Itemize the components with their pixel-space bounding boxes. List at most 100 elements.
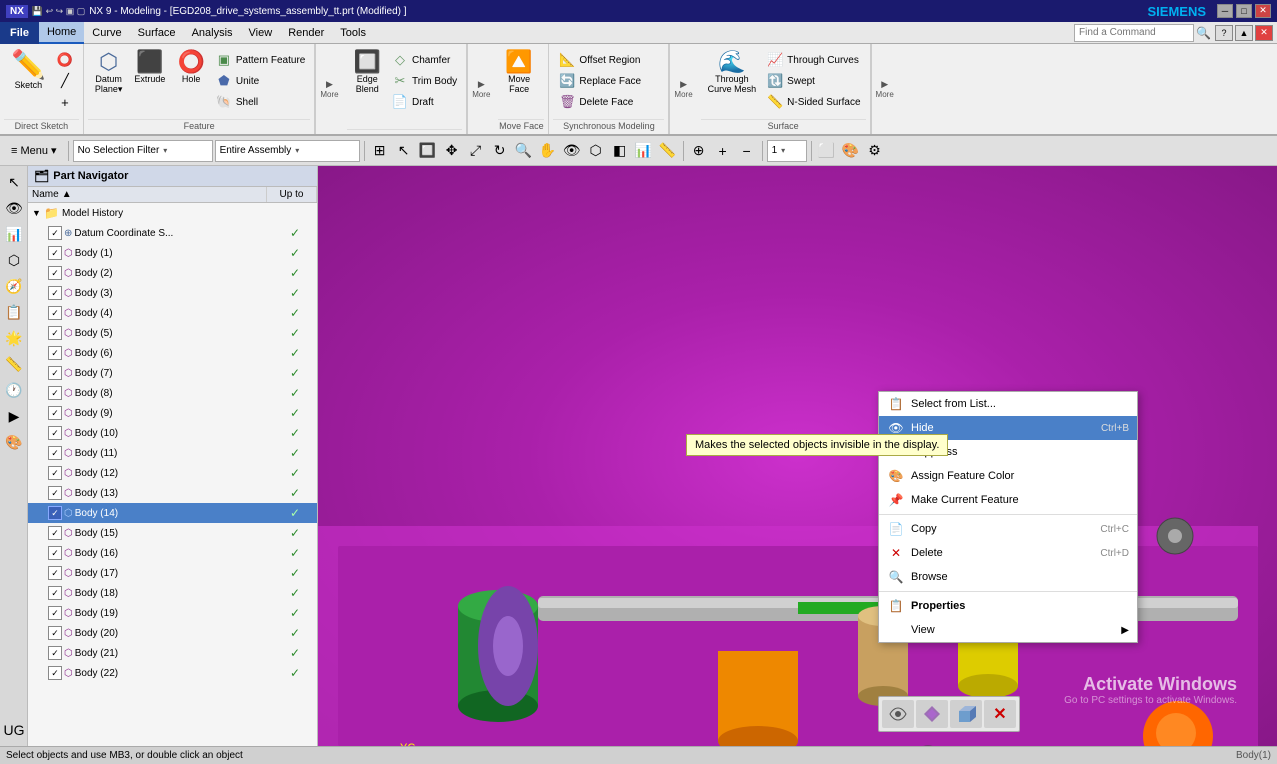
body7-checkbox[interactable]: ✓ (48, 366, 62, 380)
help-icon[interactable]: ? (1215, 25, 1233, 41)
settings-icon[interactable]: ⚙ (864, 140, 886, 162)
app-close-btn[interactable]: ✕ (1255, 25, 1273, 41)
ctx-properties[interactable]: 📋 Properties (879, 594, 1137, 618)
nav-item-body5[interactable]: ✓ ⬡ Body (5) ✓ (28, 323, 317, 343)
nav-item-model-history[interactable]: ▼ 📁 Model History (28, 203, 317, 223)
nav-item-body4[interactable]: ✓ ⬡ Body (4) ✓ (28, 303, 317, 323)
pattern-feature-button[interactable]: ▣ Pattern Feature (212, 50, 308, 70)
column-name[interactable]: Name ▲ (28, 187, 267, 202)
measure-icon[interactable]: 📏 (657, 140, 679, 162)
selection-filter-dropdown[interactable]: No Selection Filter ▾ (73, 140, 213, 162)
nav-item-body3[interactable]: ✓ ⬡ Body (3) ✓ (28, 283, 317, 303)
menu-tools[interactable]: Tools (332, 22, 374, 44)
edge-blend-button[interactable]: 🔲 EdgeBlend (349, 48, 386, 97)
move-face-button[interactable]: 🔼 MoveFace (500, 48, 537, 97)
body12-checkbox[interactable]: ✓ (48, 466, 62, 480)
sidebar-selection-btn[interactable]: ↖ (2, 170, 26, 194)
body8-checkbox[interactable]: ✓ (48, 386, 62, 400)
column-upto[interactable]: Up to (267, 187, 317, 202)
number-dropdown[interactable]: 1 ▾ (767, 140, 807, 162)
nav-item-body22[interactable]: ✓ ⬡ Body (22) ✓ (28, 663, 317, 683)
body9-checkbox[interactable]: ✓ (48, 406, 62, 420)
ribbon-minimize[interactable]: ▲ (1235, 25, 1253, 41)
body4-checkbox[interactable]: ✓ (48, 306, 62, 320)
datum-plane-button[interactable]: ⬡ DatumPlane▾ (90, 48, 128, 98)
body20-checkbox[interactable]: ✓ (48, 626, 62, 640)
ctx-make-current[interactable]: 📌 Make Current Feature (879, 488, 1137, 512)
ctx-assign-color[interactable]: 🎨 Assign Feature Color (879, 464, 1137, 488)
sidebar-analysis-btn[interactable]: 📊 (2, 222, 26, 246)
through-curves-button[interactable]: 📈 Through Curves (763, 50, 863, 70)
menu-button[interactable]: ≡ Menu ▾ (4, 140, 64, 162)
sidebar-sim-btn[interactable]: ▶ (2, 404, 26, 428)
body22-checkbox[interactable]: ✓ (48, 666, 62, 680)
line-btn[interactable]: ╱ (53, 71, 77, 91)
select-icon[interactable]: ↖ (393, 140, 415, 162)
ctx-copy[interactable]: 📄 Copy Ctrl+C (879, 517, 1137, 541)
nav-item-body18[interactable]: ✓ ⬡ Body (18) ✓ (28, 583, 317, 603)
sidebar-view-btn[interactable]: 👁 (2, 196, 26, 220)
body18-checkbox[interactable]: ✓ (48, 586, 62, 600)
dim-icon[interactable]: ⊕ (688, 140, 710, 162)
sidebar-nav-btn[interactable]: 🧭 (2, 274, 26, 298)
nav-item-body17[interactable]: ✓ ⬡ Body (17) ✓ (28, 563, 317, 583)
mini-toolbar-close-button[interactable]: ✕ (984, 700, 1016, 728)
hole-button[interactable]: ⭕ Hole (172, 48, 209, 87)
body16-checkbox[interactable]: ✓ (48, 546, 62, 560)
body13-checkbox[interactable]: ✓ (48, 486, 62, 500)
delete-face-button[interactable]: 🗑 Delete Face (555, 92, 644, 112)
sidebar-measure-btn[interactable]: 📏 (2, 352, 26, 376)
nav-item-body14[interactable]: ✓ ⬡ Body (14) ✓ (28, 503, 317, 523)
filter-icon[interactable]: 🔲 (417, 140, 439, 162)
nav-item-body13[interactable]: ✓ ⬡ Body (13) ✓ (28, 483, 317, 503)
unite-button[interactable]: ⬟ Unite (212, 71, 308, 91)
menu-curve[interactable]: Curve (84, 22, 129, 44)
layer-icon[interactable]: ⬜ (816, 140, 838, 162)
body11-checkbox[interactable]: ✓ (48, 446, 62, 460)
nav-item-body6[interactable]: ✓ ⬡ Body (6) ✓ (28, 343, 317, 363)
mini-toolbar-box-button[interactable] (950, 700, 982, 728)
nav-item-body2[interactable]: ✓ ⬡ Body (2) ✓ (28, 263, 317, 283)
nav-item-body20[interactable]: ✓ ⬡ Body (20) ✓ (28, 623, 317, 643)
n-sided-surface-button[interactable]: 📏 N-Sided Surface (763, 92, 863, 112)
menu-render[interactable]: Render (280, 22, 332, 44)
menu-home[interactable]: Home (39, 22, 84, 44)
sidebar-layer-btn[interactable]: 📋 (2, 300, 26, 324)
nav-item-body11[interactable]: ✓ ⬡ Body (11) ✓ (28, 443, 317, 463)
body10-checkbox[interactable]: ✓ (48, 426, 62, 440)
menu-view[interactable]: View (241, 22, 281, 44)
menu-analysis[interactable]: Analysis (184, 22, 241, 44)
body17-checkbox[interactable]: ✓ (48, 566, 62, 580)
circle-btn[interactable]: ⭕ (53, 50, 77, 70)
find-command-input[interactable] (1074, 24, 1194, 42)
body15-checkbox[interactable]: ✓ (48, 526, 62, 540)
nav-item-body8[interactable]: ✓ ⬡ Body (8) ✓ (28, 383, 317, 403)
rotate-icon[interactable]: ↻ (489, 140, 511, 162)
surface-more-button[interactable]: ▶ More (871, 44, 898, 134)
move-icon[interactable]: ✥ (441, 140, 463, 162)
replace-face-button[interactable]: 🔄 Replace Face (555, 71, 644, 91)
ctx-delete[interactable]: ✕ Delete Ctrl+D (879, 541, 1137, 565)
section-icon[interactable]: ◧ (609, 140, 631, 162)
sidebar-render-btn[interactable]: 🌟 (2, 326, 26, 350)
analysis-icon[interactable]: 📊 (633, 140, 655, 162)
ctx-browse[interactable]: 🔍 Browse (879, 565, 1137, 589)
ctx-select-from-list[interactable]: 📋 Select from List... (879, 392, 1137, 416)
nav-item-body1[interactable]: ✓ ⬡ Body (1) ✓ (28, 243, 317, 263)
minimize-button[interactable]: ─ (1217, 4, 1233, 18)
body6-checkbox[interactable]: ✓ (48, 346, 62, 360)
nav-item-body16[interactable]: ✓ ⬡ Body (16) ✓ (28, 543, 317, 563)
body14-checkbox[interactable]: ✓ (48, 506, 62, 520)
nav-item-body9[interactable]: ✓ ⬡ Body (9) ✓ (28, 403, 317, 423)
extrude-button[interactable]: ⬛ Extrude (129, 48, 170, 87)
chamfer-button[interactable]: ◇ Chamfer (388, 50, 460, 70)
sidebar-color-btn[interactable]: 🎨 (2, 430, 26, 454)
body19-checkbox[interactable]: ✓ (48, 606, 62, 620)
viewport[interactable]: YC ZC X Y Activate Windows Go to PC sett… (318, 166, 1277, 746)
body1-checkbox[interactable]: ✓ (48, 246, 62, 260)
body2-checkbox[interactable]: ✓ (48, 266, 62, 280)
sync-more-button[interactable]: ▶ More (669, 44, 696, 134)
sketch-button[interactable]: ✏️ Sketch (6, 48, 51, 93)
body5-checkbox[interactable]: ✓ (48, 326, 62, 340)
nav-item-datum-coord[interactable]: ✓ ⊕ Datum Coordinate S... ✓ (28, 223, 317, 243)
